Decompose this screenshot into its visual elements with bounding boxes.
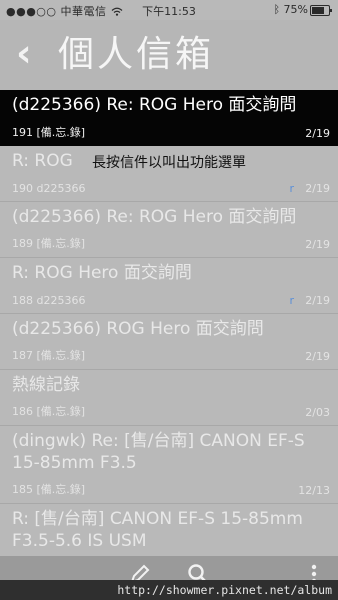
message-subject: (dingwk) Re: [售/台南] CANON EF-S 15-85mm F… xyxy=(12,431,305,473)
message-meta: 188 d225366 xyxy=(12,294,86,307)
battery-percent: 75% xyxy=(283,3,308,16)
message-date: 2/19 xyxy=(305,182,330,195)
watermark-url: http://showmer.pixnet.net/album xyxy=(0,580,338,600)
list-item[interactable]: (d225366) Re: ROG Hero 面交詢問 189 [備.忘.錄] … xyxy=(0,202,338,258)
header: ‹ 個人信箱 xyxy=(0,20,338,90)
message-meta: 186 [備.忘.錄] xyxy=(12,405,86,418)
message-date: 2/19 xyxy=(305,238,330,251)
message-meta: 185 [備.忘.錄] xyxy=(12,483,86,496)
message-subject: R: [售/台南] CANON EF-S 15-85mm F3.5-5.6 IS… xyxy=(12,509,303,551)
message-subject: R: ROG Hero 面交詢問 xyxy=(12,263,192,283)
reply-badge: r xyxy=(289,294,294,307)
page-title: 個人信箱 xyxy=(58,34,215,75)
back-chevron-icon[interactable]: ‹ xyxy=(16,28,32,78)
message-date: 2/19 xyxy=(305,127,330,140)
message-subject: (d225366) Re: ROG Hero 面交詢問 xyxy=(12,95,297,115)
message-date: 12/13 xyxy=(298,484,330,497)
message-subject: (d225366) ROG Hero 面交詢問 xyxy=(12,319,264,339)
message-subject: 熱線記錄 xyxy=(12,375,80,395)
message-date: 2/19 xyxy=(305,350,330,363)
list-item[interactable]: 熱線記錄 186 [備.忘.錄] 2/03 xyxy=(0,370,338,426)
list-item[interactable]: (d225366) Re: ROG Hero 面交詢問 191 [備.忘.錄] … xyxy=(0,90,338,146)
status-bar: ●●●○○ 中華電信 下午11:53 ᛒ 75% xyxy=(0,0,338,20)
battery-icon xyxy=(310,5,332,16)
message-meta: 191 [備.忘.錄] xyxy=(12,126,86,139)
status-right: ᛒ 75% xyxy=(273,3,308,16)
list-item[interactable]: (d225366) ROG Hero 面交詢問 187 [備.忘.錄] 2/19 xyxy=(0,314,338,370)
message-meta: 189 [備.忘.錄] xyxy=(12,237,86,250)
list-item[interactable]: (dingwk) Re: [售/台南] CANON EF-S 15-85mm F… xyxy=(0,426,338,504)
list-item[interactable]: R: [售/台南] CANON EF-S 15-85mm F3.5-5.6 IS… xyxy=(0,504,338,556)
message-meta: 187 [備.忘.錄] xyxy=(12,349,86,362)
bluetooth-icon: ᛒ xyxy=(273,3,281,16)
long-press-tooltip: 長按信件以叫出功能選單 xyxy=(92,155,246,171)
message-meta: 190 d225366 xyxy=(12,182,86,195)
message-date: 2/19 xyxy=(305,294,330,307)
message-date: 2/03 xyxy=(305,406,330,419)
message-subject: (d225366) Re: ROG Hero 面交詢問 xyxy=(12,207,297,227)
list-item[interactable]: R: ROG Hero 面交詢問 188 d225366 r 2/19 xyxy=(0,258,338,314)
reply-badge: r xyxy=(289,182,294,195)
